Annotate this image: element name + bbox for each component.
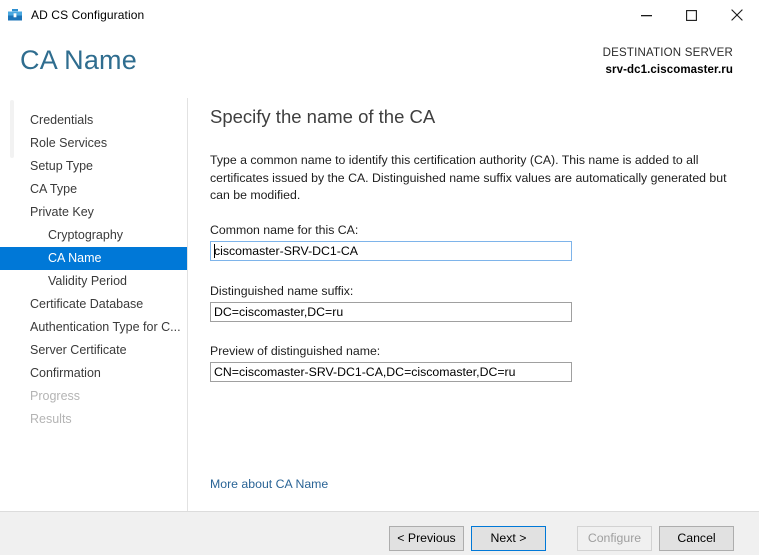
toolbox-icon [7,7,23,23]
nav-item-authentication-type-for-c[interactable]: Authentication Type for C... [0,316,187,339]
nav-item-confirmation[interactable]: Confirmation [0,362,187,385]
nav-scroll-indicator [10,100,14,158]
nav-item-cryptography[interactable]: Cryptography [0,224,187,247]
common-name-label: Common name for this CA: [210,223,359,237]
body-area: Credentials Role Services Setup Type CA Typ… [0,98,759,511]
nav-item-server-certificate[interactable]: Server Certificate [0,339,187,362]
nav-item-ca-name[interactable]: CA Name [0,247,187,270]
preview-distinguished-name-input[interactable] [210,362,572,382]
nav-item-validity-period[interactable]: Validity Period [0,270,187,293]
nav-item-results: Results [30,412,72,426]
destination-server-name: srv-dc1.ciscomaster.ru [605,63,733,76]
nav-item-role-services[interactable]: Role Services [0,132,187,155]
cancel-button[interactable]: Cancel [659,526,734,551]
nav-item-setup-type[interactable]: Setup Type [0,155,187,178]
nav-item-ca-type[interactable]: CA Type [0,178,187,201]
minimize-icon[interactable] [624,0,669,30]
more-about-ca-name-link[interactable]: More about CA Name [210,477,328,491]
preview-distinguished-name-label: Preview of distinguished name: [210,344,381,358]
wizard-nav: Credentials Role Services Setup Type CA Typ… [0,98,188,511]
nav-item-private-key[interactable]: Private Key [0,201,187,224]
common-name-input[interactable] [210,241,572,261]
content-pane: Specify the name of the CA Type a common… [189,98,759,511]
text-caret [214,244,215,258]
maximize-icon[interactable] [669,0,714,30]
page-title: CA Name [20,45,137,75]
window-controls [624,0,759,30]
footer-bar: < Previous Next > Configure Cancel [0,511,759,555]
nav-item-certificate-database[interactable]: Certificate Database [0,293,187,316]
title-bar: AD CS Configuration [0,0,759,31]
wizard-nav-list: Credentials Role Services Setup Type CA Typ… [0,109,187,431]
distinguished-name-suffix-label: Distinguished name suffix: [210,284,354,298]
content-description: Type a common name to identify this cert… [210,153,727,202]
nav-item-credentials[interactable]: Credentials [0,109,187,132]
content-title: Specify the name of the CA [210,106,436,127]
destination-server-label: DESTINATION SERVER [602,47,733,59]
window-title: AD CS Configuration [31,8,145,22]
previous-button[interactable]: < Previous [389,526,464,551]
configure-button: Configure [577,526,652,551]
destination-server-block: DESTINATION SERVER srv-dc1.ciscomaster.r… [603,45,733,78]
close-icon[interactable] [714,0,759,30]
next-button[interactable]: Next > [471,526,546,551]
nav-item-progress: Progress [30,389,81,403]
page-header: CA Name DESTINATION SERVER srv-dc1.cisco… [0,31,759,99]
distinguished-name-suffix-input[interactable] [210,302,572,322]
